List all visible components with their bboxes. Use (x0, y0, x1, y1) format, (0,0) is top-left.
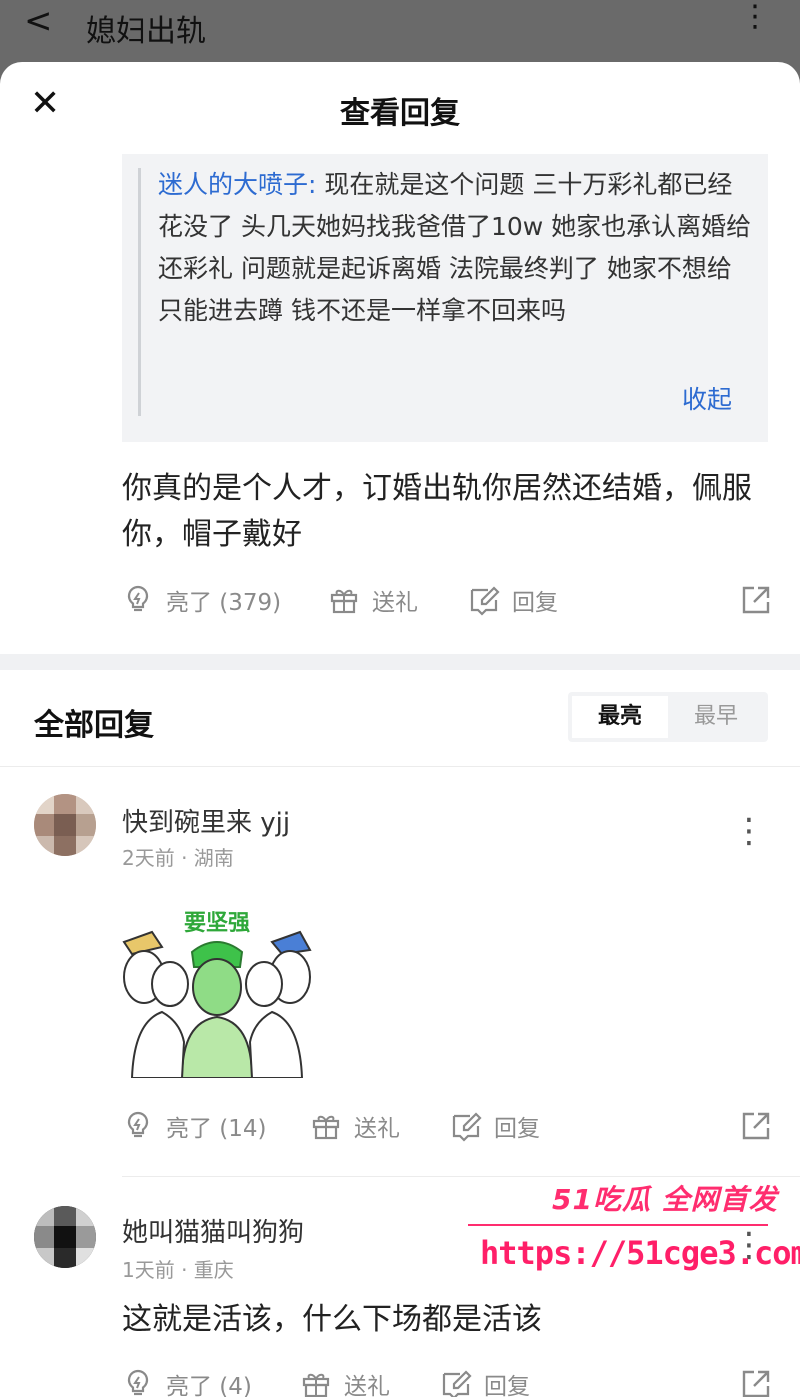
reply-meta: 1天前 · 重庆 (122, 1258, 234, 1282)
main-comment-text: 你真的是个人才，订婚出轨你居然还结婚，佩服你，帽子戴好 (122, 471, 752, 552)
collapse-button[interactable]: 收起 (682, 380, 732, 416)
watermark-line (468, 1224, 768, 1226)
quote-username[interactable]: 迷人的大喷子: (158, 170, 316, 199)
reply-button[interactable]: 回复 (440, 1364, 530, 1397)
more-icon[interactable]: ⋮ (740, 2, 770, 32)
main-comment-actions: 亮了 (379) 送礼 回复 (122, 580, 772, 620)
sort-option-earliest[interactable]: 最早 (668, 696, 764, 738)
gift-icon (312, 1115, 340, 1140)
kebab-icon[interactable]: ⋮ (732, 814, 766, 848)
reply-label: 回复 (512, 590, 558, 616)
all-replies-title: 全部回复 (34, 708, 154, 743)
reply-label: 回复 (484, 1374, 530, 1397)
gift-label: 送礼 (344, 1374, 390, 1397)
quote-text: 迷人的大喷子: 现在就是这个问题 三十万彩礼都已经花没了 头几天她妈找我爸借了1… (158, 164, 752, 332)
watermark: 51吃瓜 全网首发 https://51cge3.com (468, 1174, 800, 1294)
like-bulb-icon (127, 585, 149, 612)
section-divider (0, 654, 800, 670)
like-label: 亮了 (379) (166, 590, 282, 616)
like-label: 亮了 (4) (166, 1374, 252, 1397)
avatar[interactable] (34, 1206, 96, 1268)
sort-option-hottest[interactable]: 最亮 (572, 696, 668, 738)
page-title: 媳妇出轨 (86, 14, 206, 49)
reply-username[interactable]: 快到碗里来 yjj (122, 802, 290, 839)
watermark-title: 51吃瓜 全网首发 (552, 1183, 778, 1216)
reply-meta: 2天前 · 湖南 (122, 846, 234, 870)
reply-button[interactable]: 回复 (450, 1106, 540, 1146)
like-button[interactable]: 亮了 (4) (122, 1364, 252, 1397)
like-bulb-icon (127, 1111, 149, 1138)
reply-actions: 亮了 (14) 送礼 回复 (122, 1106, 772, 1146)
gift-label: 送礼 (354, 1116, 400, 1142)
share-button[interactable] (740, 1364, 772, 1397)
like-button[interactable]: 亮了 (379) (122, 580, 281, 620)
share-button[interactable] (740, 580, 772, 620)
sheet-header: ✕ 查看回复 (0, 62, 800, 152)
sticker-illustration: 要坚强 (122, 892, 312, 1078)
gift-button[interactable]: 送礼 (310, 1106, 400, 1146)
like-bulb-icon (127, 1369, 149, 1396)
gift-button[interactable]: 送礼 (300, 1364, 390, 1397)
reply-label: 回复 (494, 1116, 540, 1142)
quote-bar (138, 168, 141, 416)
like-label: 亮了 (14) (166, 1116, 267, 1142)
gift-icon (302, 1373, 330, 1397)
reply-edit-icon (470, 586, 500, 616)
like-button[interactable]: 亮了 (14) (122, 1106, 267, 1146)
gift-button[interactable]: 送礼 (328, 580, 418, 620)
gift-icon (330, 589, 358, 614)
avatar[interactable] (34, 794, 96, 856)
sort-toggle: 最亮 最早 (568, 692, 768, 742)
divider (0, 766, 800, 767)
reply-sheet: ✕ 查看回复 迷人的大喷子: 现在就是这个问题 三十万彩礼都已经花没了 头几天她… (0, 62, 800, 1397)
share-button[interactable] (740, 1106, 772, 1146)
watermark-url: https://51cge3.com (480, 1234, 800, 1272)
share-icon (742, 586, 770, 614)
share-icon (742, 1112, 770, 1140)
back-icon[interactable]: < (24, 4, 53, 38)
reply-edit-icon (452, 1112, 482, 1142)
quoted-comment: 迷人的大喷子: 现在就是这个问题 三十万彩礼都已经花没了 头几天她妈找我爸借了1… (122, 154, 768, 442)
reply-text: 这就是活该，什么下场都是活该 (122, 1302, 542, 1337)
reply-edit-icon (442, 1370, 472, 1397)
top-nav-bar: < 媳妇出轨 ⋮ (0, 0, 800, 62)
reply-actions: 亮了 (4) 送礼 回复 (122, 1364, 772, 1397)
reply-username[interactable]: 她叫猫猫叫狗狗 (122, 1212, 304, 1249)
sticker-caption: 要坚强 (184, 911, 250, 936)
sticker-image[interactable]: 要坚强 (122, 892, 312, 1078)
reply-button[interactable]: 回复 (468, 580, 558, 620)
sheet-title: 查看回复 (340, 96, 460, 131)
share-icon (742, 1370, 770, 1397)
gift-label: 送礼 (372, 590, 418, 616)
